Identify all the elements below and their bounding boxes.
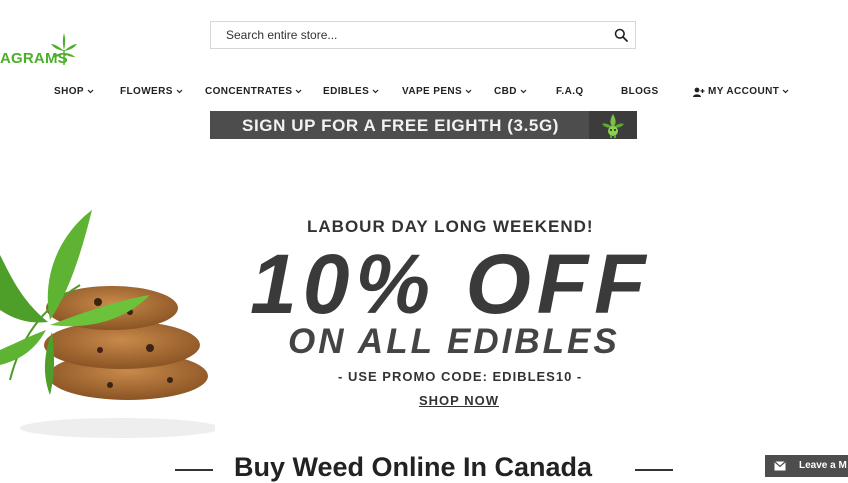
hero-promo-code: - USE PROMO CODE: EDIBLES10 - [338,369,583,384]
nav-item-flowers[interactable]: FLOWERS [120,86,183,97]
nav-label: BLOGS [621,86,659,97]
title-divider-right [635,469,673,471]
search-bar [210,21,636,49]
promo-banner-text: SIGN UP FOR A FREE EIGHTH (3.5G) [242,116,560,135]
nav-item-vape-pens[interactable]: VAPE PENS [402,86,472,97]
nav-item-faq[interactable]: F.A.Q [556,86,584,97]
main-nav: SHOP FLOWERS CONCENTRATES EDIBLES VAPE P… [0,86,848,100]
signup-promo-banner[interactable]: SIGN UP FOR A FREE EIGHTH (3.5G) [210,111,637,139]
shop-now-link[interactable]: SHOP NOW [419,393,499,408]
nav-label: SHOP [54,86,84,97]
nav-label: CONCENTRATES [205,86,293,97]
cookies-leaf-image [0,210,215,438]
nav-item-cbd[interactable]: CBD [494,86,527,97]
site-logo[interactable]: AGRAMS [0,16,90,67]
search-input[interactable] [226,22,606,48]
cannabis-mascot-icon [602,114,624,138]
user-plus-icon [693,87,705,97]
chat-label: Leave a M [799,460,847,471]
chevron-down-icon [176,89,183,94]
nav-label: F.A.Q [556,86,584,97]
chevron-down-icon [295,89,302,94]
nav-label: VAPE PENS [402,86,463,97]
hero-banner[interactable]: LABOUR DAY LONG WEEKEND! 10% OFF ON ALL … [0,200,848,440]
chevron-down-icon [372,89,379,94]
chevron-down-icon [782,89,789,94]
nav-item-shop[interactable]: SHOP [54,86,94,97]
chevron-down-icon [465,89,472,94]
nav-label: EDIBLES [323,86,370,97]
promo-icon-box [589,111,637,139]
title-divider-left [175,469,213,471]
hero-discount: 10% OFF [250,237,652,331]
nav-item-edibles[interactable]: EDIBLES [323,86,379,97]
chat-widget-button[interactable]: Leave a M [765,455,848,477]
section-title: Buy Weed Online In Canada [234,452,593,482]
chevron-down-icon [87,89,94,94]
search-icon[interactable] [614,28,628,42]
hero-subheadline: ON ALL EDIBLES [288,322,620,361]
nav-item-blogs[interactable]: BLOGS [621,86,659,97]
nav-label: CBD [494,86,517,97]
nav-item-my-account[interactable]: MY ACCOUNT [693,86,789,97]
nav-label: MY ACCOUNT [708,86,780,97]
nav-item-concentrates[interactable]: CONCENTRATES [205,86,302,97]
nav-label: FLOWERS [120,86,173,97]
chevron-down-icon [520,89,527,94]
envelope-icon [774,461,786,471]
logo-text: AGRAMS [0,50,68,67]
